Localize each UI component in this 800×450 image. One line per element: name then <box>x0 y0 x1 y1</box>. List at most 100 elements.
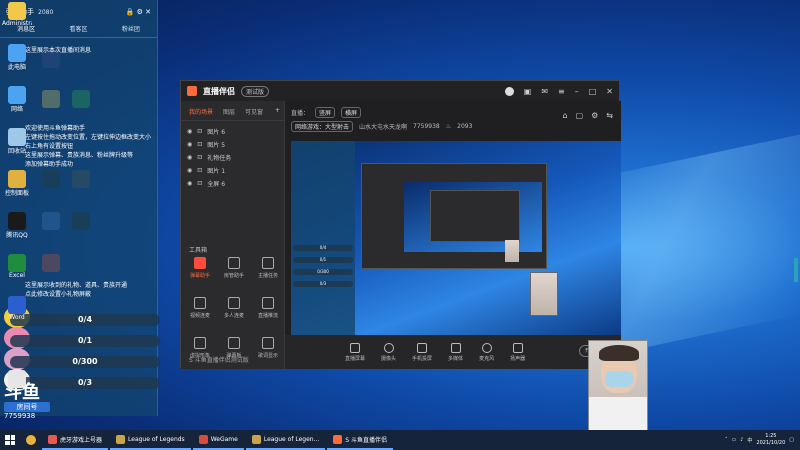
desktop-icon[interactable]: 控制面板 <box>2 170 32 206</box>
taskbar-item-label: League of Legends <box>128 435 185 443</box>
room-number: 7759938 <box>4 412 36 420</box>
tool-icon <box>228 257 240 269</box>
shop-icon[interactable]: ⌂ <box>562 111 567 120</box>
desktop-icon[interactable]: Word <box>2 296 32 332</box>
preview-gift-counter: 0/3 <box>293 281 353 287</box>
close-icon[interactable]: ✕ <box>145 8 151 16</box>
tool-button[interactable]: 直播推流 <box>253 297 283 319</box>
desktop-icon-label: 此电脑 <box>7 64 26 71</box>
viewer-count: 2093 <box>457 122 473 130</box>
taskbar-app-icon <box>333 434 343 444</box>
eye-icon[interactable]: ◉ <box>187 167 192 174</box>
ime-indicator[interactable]: 中 <box>747 437 752 444</box>
live-companion-window[interactable]: 直播伴侣 测试版 ▣ ✉ ≡ – □ ✕ 我的场景 图层 可见窗 + ◉ ⊡ 图片 … <box>180 80 621 369</box>
lock-icon[interactable]: ⊡ <box>197 154 202 161</box>
mail-icon[interactable]: ✉ <box>541 87 548 96</box>
preview-area: 直播： 竖屏 横屏 网络游戏：大型射击 山水大屯水天龙啊 7759938 ♨ 2… <box>285 101 621 369</box>
taskbar-chrome[interactable] <box>20 430 42 450</box>
share-icon[interactable]: ⇆ <box>606 111 613 120</box>
desktop-icon[interactable]: Excel <box>2 254 32 290</box>
settings-icon[interactable]: ⚙ <box>591 111 598 120</box>
start-button[interactable] <box>0 430 20 450</box>
live-preview[interactable]: 0/4 0/1 0/300 0/3 <box>291 141 621 335</box>
network-icon[interactable]: ▭ <box>731 437 736 443</box>
eye-icon[interactable]: ◉ <box>187 180 192 187</box>
eye-icon[interactable]: ◉ <box>187 128 192 135</box>
lock-icon[interactable]: ⊡ <box>197 180 202 187</box>
lock-icon[interactable]: ⊡ <box>197 141 202 148</box>
danmu-window-controls[interactable]: 🔒 ⚙ ✕ <box>126 8 151 16</box>
desktop-icon-label: 网络 <box>10 106 23 113</box>
scene-item[interactable]: ◉ ⊡ 礼物任务 <box>181 151 284 164</box>
mode-landscape[interactable]: 横屏 <box>341 106 362 118</box>
taskbar-item-label: S 斗鱼直播伴侣 <box>345 436 388 444</box>
danmu-message: 这里展示收到的礼物、道具、贵族开通 <box>25 282 128 289</box>
tab-viewers[interactable]: 看客区 <box>69 24 87 37</box>
desktop-icon[interactable]: 网络 <box>2 86 32 122</box>
tab-my-scenes[interactable]: 我的场景 <box>189 107 213 116</box>
desktop-icon[interactable]: 此电脑 <box>2 44 32 80</box>
tool-icon <box>194 337 206 349</box>
gift-counter: 0/4 <box>10 314 160 326</box>
add-icon[interactable]: + <box>275 107 280 116</box>
category-select[interactable]: 网络游戏：大型射击 <box>291 120 354 132</box>
camera-overlay-small <box>530 272 558 316</box>
scene-item-label: 图片 1 <box>207 168 226 175</box>
desktop-icon[interactable]: 回收站 <box>2 128 32 164</box>
app-icon <box>8 128 26 146</box>
scene-item[interactable]: ◉ ⊡ 图片 5 <box>181 138 284 151</box>
taskbar-item[interactable]: WeGame <box>192 430 244 450</box>
taskbar-item[interactable]: League of Legen... <box>245 430 326 450</box>
minimize-icon[interactable]: – <box>575 87 579 96</box>
taskbar-item[interactable]: 虎牙游戏上号器 <box>42 430 109 450</box>
desktop-icon-label: 腾讯QQ <box>6 232 28 239</box>
close-icon[interactable]: ✕ <box>606 87 613 96</box>
avatar[interactable] <box>504 86 514 96</box>
tool-button[interactable]: 弹幕助手 <box>185 257 215 279</box>
preview-gift-counter: 0/1 <box>293 257 353 263</box>
app-statusbar: S 斗鱼直播伴侣测试版 <box>181 349 621 369</box>
room-title: 山水大屯水天龙啊 <box>359 123 408 131</box>
mode-portrait[interactable]: 竖屏 <box>315 106 336 118</box>
app-icon <box>8 212 26 230</box>
menu-icon[interactable]: ≡ <box>558 87 565 96</box>
eye-icon[interactable]: ◉ <box>187 154 192 161</box>
gift-icon[interactable]: ▣ <box>524 87 532 96</box>
tool-icon <box>194 257 206 269</box>
tool-button[interactable]: 多人连麦 <box>219 297 249 319</box>
taskbar-item[interactable]: S 斗鱼直播伴侣 <box>327 430 394 450</box>
tool-button[interactable]: 主播任务 <box>253 257 283 279</box>
tab-fans[interactable]: 粉丝团 <box>122 24 140 37</box>
clock-date: 2021/10/20 <box>756 440 786 446</box>
app-icon <box>8 86 26 104</box>
lock-icon[interactable]: 🔒 <box>126 8 135 16</box>
tool-label: 直播推流 <box>257 313 278 319</box>
tool-label: 视频连麦 <box>189 313 210 319</box>
scene-item[interactable]: ◉ ⊡ 全屏 6 <box>181 177 284 190</box>
volume-icon[interactable]: ♪ <box>740 437 743 443</box>
gear-icon[interactable]: ⚙ <box>137 8 143 16</box>
tab-visible[interactable]: 可见窗 <box>245 107 263 116</box>
tool-label: 多人连麦 <box>223 313 244 319</box>
side-notification-tab[interactable] <box>794 258 798 282</box>
toolbox-title: 工具箱 <box>189 247 208 254</box>
notification-icon[interactable]: ▢ <box>789 437 794 443</box>
taskbar-item[interactable]: League of Legends <box>110 430 191 450</box>
scene-item[interactable]: ◉ ⊡ 图片 1 <box>181 164 284 177</box>
desktop-icon[interactable]: Administrator <box>2 2 32 38</box>
lock-icon[interactable]: ⊡ <box>197 167 202 174</box>
desktop-icon[interactable] <box>2 370 32 406</box>
scene-item[interactable]: ◉ ⊡ 图片 6 <box>181 125 284 138</box>
danmu-message: 左键按住拖动改变位置，左键拉伸边框改变大小 <box>25 134 152 141</box>
bag-icon[interactable]: ▢ <box>576 111 584 120</box>
taskbar-item-label: League of Legen... <box>263 435 320 443</box>
tray-chevron-icon[interactable]: ˄ <box>725 437 728 443</box>
lock-icon[interactable]: ⊡ <box>197 128 202 135</box>
desktop-icon[interactable]: 腾讯QQ <box>2 212 32 248</box>
tab-layers[interactable]: 图层 <box>223 107 235 116</box>
eye-icon[interactable]: ◉ <box>187 141 192 148</box>
tool-button[interactable]: 房管助手 <box>219 257 249 279</box>
maximize-icon[interactable]: □ <box>589 87 597 96</box>
clock[interactable]: 1:25 2021/10/20 <box>756 433 785 447</box>
tool-button[interactable]: 视频连麦 <box>185 297 215 319</box>
